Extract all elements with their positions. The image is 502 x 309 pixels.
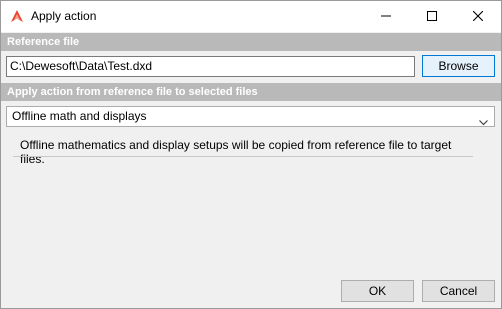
close-icon [472,10,484,24]
minimize-button[interactable] [363,1,409,32]
title-bar[interactable]: Apply action [1,1,501,32]
window-title: Apply action [31,9,97,23]
close-button[interactable] [455,1,501,32]
reference-file-header: Reference file [1,33,501,51]
maximize-button[interactable] [409,1,455,32]
action-description: Offline mathematics and display setups w… [20,138,452,166]
action-select[interactable]: Offline math and displays [6,106,495,127]
action-select-value: Offline math and displays [12,109,147,123]
apply-action-header: Apply action from reference file to sele… [1,83,501,101]
divider [13,156,473,157]
ok-button[interactable]: OK [341,280,414,302]
minimize-icon [381,10,391,24]
reference-path-input[interactable]: C:\Dewesoft\Data\Test.dxd [6,56,415,77]
maximize-icon [427,10,437,24]
browse-button[interactable]: Browse [422,55,495,77]
dewesoft-logo-icon [10,9,24,23]
cancel-button[interactable]: Cancel [422,280,495,302]
apply-action-dialog: Apply action Reference file C:\Dewesoft\… [0,0,502,309]
chevron-down-icon [479,113,488,126]
dialog-content: Reference file C:\Dewesoft\Data\Test.dxd… [1,32,501,308]
